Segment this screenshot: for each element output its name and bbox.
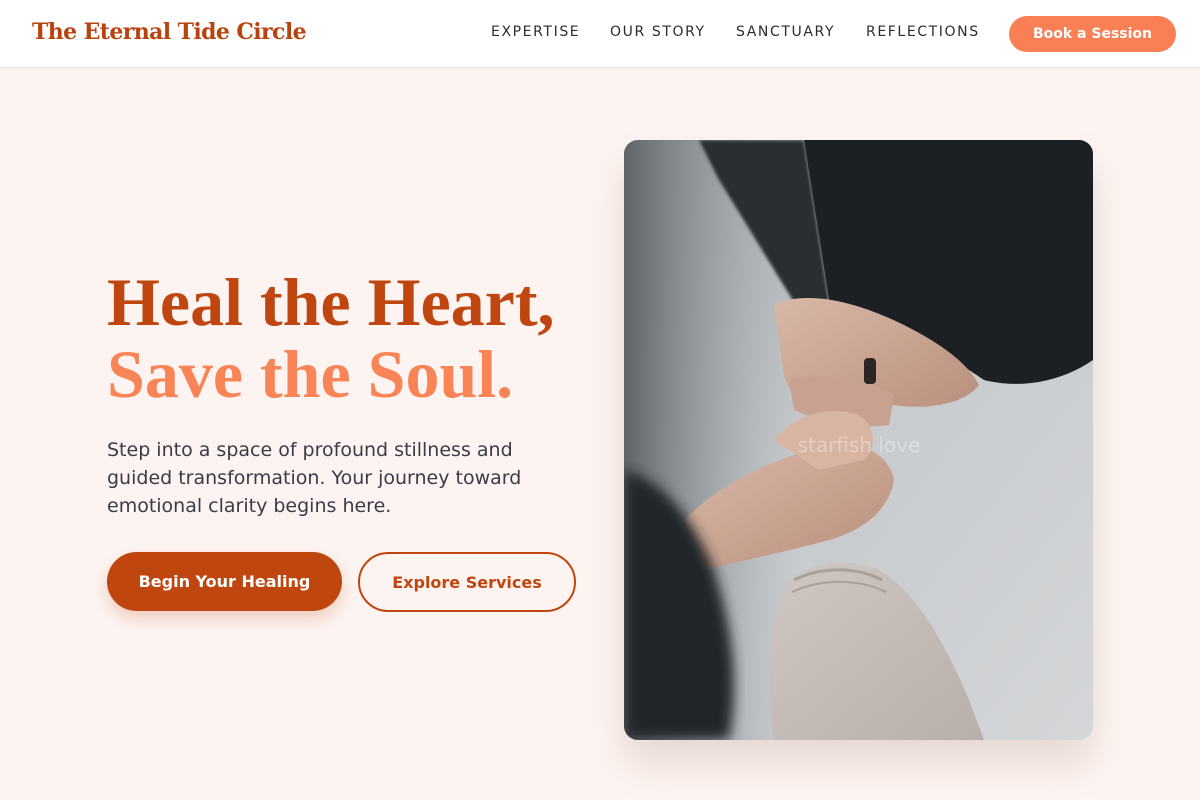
nav-link-expertise[interactable]: EXPERTISE	[491, 24, 580, 40]
hero-headline-line2: Save the Soul.	[107, 336, 514, 412]
hero-photo-holding-hands: starfish love	[624, 140, 1093, 740]
begin-healing-button[interactable]: Begin Your Healing	[107, 552, 342, 611]
explore-services-button[interactable]: Explore Services	[358, 552, 576, 612]
nav-link-sanctuary[interactable]: SANCTUARY	[736, 24, 835, 40]
nav-link-our-story[interactable]: OUR STORY	[610, 24, 706, 40]
nav-link-reflections[interactable]: REFLECTIONS	[866, 24, 980, 40]
site-header: The Eternal Tide Circle EXPERTISE OUR ST…	[0, 0, 1200, 68]
hero-headline: Heal the Heart, Save the Soul.	[107, 266, 555, 410]
book-session-button[interactable]: Book a Session	[1009, 16, 1176, 52]
image-watermark: starfish love	[798, 433, 921, 457]
hero-headline-line1: Heal the Heart,	[107, 264, 555, 340]
hero-subtext: Step into a space of profound stillness …	[107, 439, 522, 517]
